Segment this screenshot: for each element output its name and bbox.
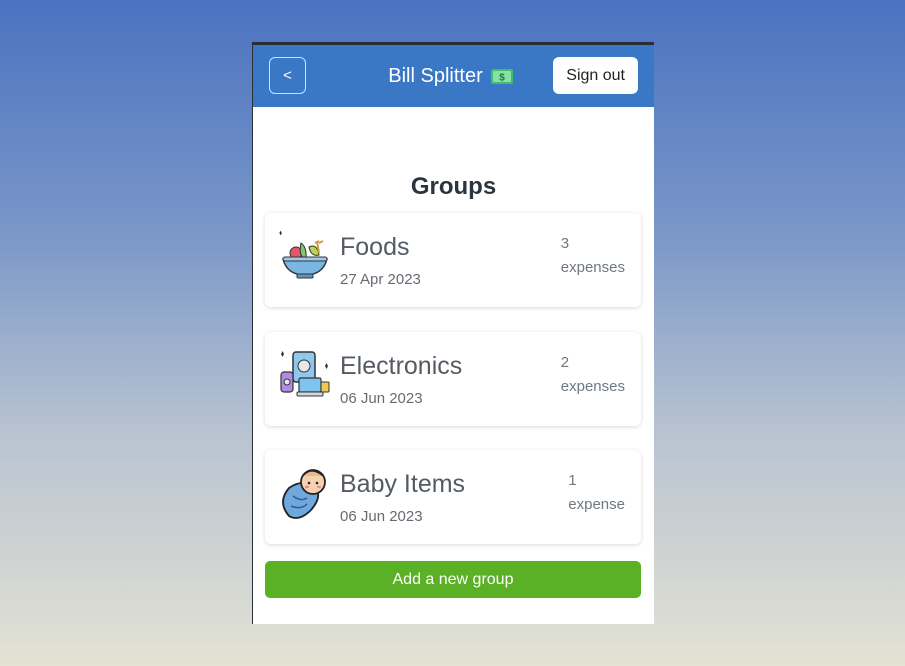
svg-text:$: $ [499, 72, 505, 83]
group-card-baby-items[interactable]: Baby Items 06 Jun 2023 1 expense [265, 450, 641, 544]
app-frame: < Bill Splitter $ Sign out Groups Foods … [252, 42, 654, 624]
group-name: Electronics [340, 352, 463, 380]
group-name: Baby Items [340, 470, 466, 498]
page-title: Groups [410, 173, 497, 200]
app-title: Bill Splitter [388, 64, 483, 87]
add-group-button[interactable]: Add a new group [265, 561, 641, 598]
expense-count-number: 2 [560, 354, 570, 371]
group-date: 06 Jun 2023 [340, 508, 423, 525]
expense-count-unit: expenses [560, 259, 625, 276]
salad-bowl-icon [279, 230, 328, 279]
expense-count-unit: expenses [560, 378, 625, 395]
navbar: < Bill Splitter $ Sign out [253, 45, 654, 107]
group-card-foods[interactable]: Foods 27 Apr 2023 3 expenses [265, 213, 641, 307]
back-button[interactable]: < [269, 57, 306, 94]
baby-icon [282, 469, 326, 519]
expense-count: 2 expenses [561, 351, 625, 399]
group-name: Foods [340, 233, 410, 261]
brand: Bill Splitter $ [388, 64, 513, 88]
expense-count-number: 3 [560, 235, 570, 252]
sign-out-button[interactable]: Sign out [553, 57, 638, 94]
group-card-electronics[interactable]: Electronics 06 Jun 2023 2 expenses [265, 332, 641, 426]
group-date: 06 Jun 2023 [340, 390, 423, 407]
money-icon: $ [490, 68, 513, 84]
group-date: 27 Apr 2023 [340, 271, 421, 288]
expense-count: 1 expense [568, 469, 625, 517]
expense-count-number: 1 [568, 472, 577, 489]
devices-icon [280, 351, 330, 397]
expense-count: 3 expenses [561, 232, 625, 280]
expense-count-unit: expense [568, 496, 625, 513]
